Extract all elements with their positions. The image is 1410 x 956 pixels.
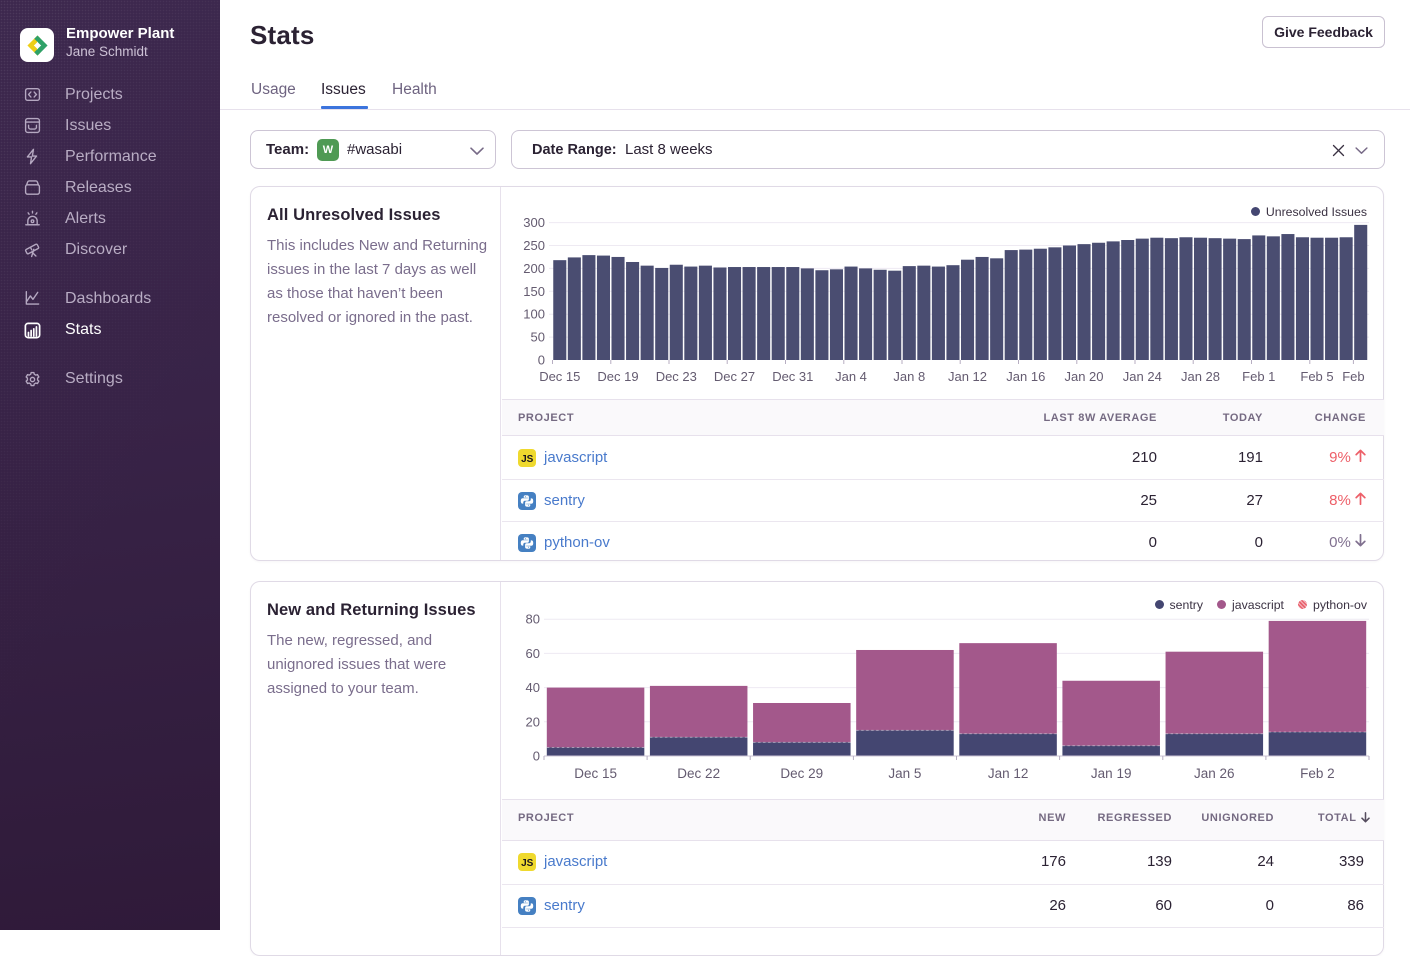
svg-text:Dec 29: Dec 29: [780, 766, 823, 781]
svg-text:250: 250: [523, 238, 545, 253]
svg-text:Dec 31: Dec 31: [772, 369, 813, 384]
svg-text:0: 0: [538, 353, 545, 368]
svg-text:Dec 15: Dec 15: [539, 369, 580, 384]
svg-text:20: 20: [526, 714, 540, 729]
svg-text:Jan 12: Jan 12: [988, 766, 1029, 781]
svg-text:Jan 26: Jan 26: [1194, 766, 1235, 781]
svg-text:80: 80: [526, 612, 540, 627]
svg-text:200: 200: [523, 261, 545, 276]
svg-text:Dec 19: Dec 19: [597, 369, 638, 384]
svg-text:60: 60: [526, 646, 540, 661]
svg-text:150: 150: [523, 284, 545, 299]
svg-text:Dec 15: Dec 15: [574, 766, 617, 781]
svg-text:Dec 22: Dec 22: [677, 766, 720, 781]
svg-text:Feb 1: Feb 1: [1242, 369, 1275, 384]
svg-text:Feb 5: Feb 5: [1300, 369, 1333, 384]
svg-text:Jan 28: Jan 28: [1181, 369, 1220, 384]
svg-text:Jan 20: Jan 20: [1064, 369, 1103, 384]
svg-text:JS: JS: [521, 454, 534, 465]
svg-text:Jan 8: Jan 8: [893, 369, 925, 384]
svg-text:Jan 24: Jan 24: [1123, 369, 1162, 384]
svg-text:300: 300: [523, 215, 545, 230]
svg-text:JS: JS: [521, 858, 534, 869]
svg-text:Jan 19: Jan 19: [1091, 766, 1132, 781]
svg-text:Jan 5: Jan 5: [888, 766, 921, 781]
svg-text:50: 50: [531, 330, 545, 345]
svg-text:Feb: Feb: [1342, 369, 1364, 384]
svg-text:0: 0: [533, 749, 540, 764]
svg-text:100: 100: [523, 307, 545, 322]
svg-text:40: 40: [526, 680, 540, 695]
svg-text:Dec 23: Dec 23: [656, 369, 697, 384]
svg-text:Jan 12: Jan 12: [948, 369, 987, 384]
svg-text:Jan 4: Jan 4: [835, 369, 867, 384]
svg-text:Jan 16: Jan 16: [1006, 369, 1045, 384]
svg-text:Feb 2: Feb 2: [1300, 766, 1335, 781]
svg-text:Dec 27: Dec 27: [714, 369, 755, 384]
